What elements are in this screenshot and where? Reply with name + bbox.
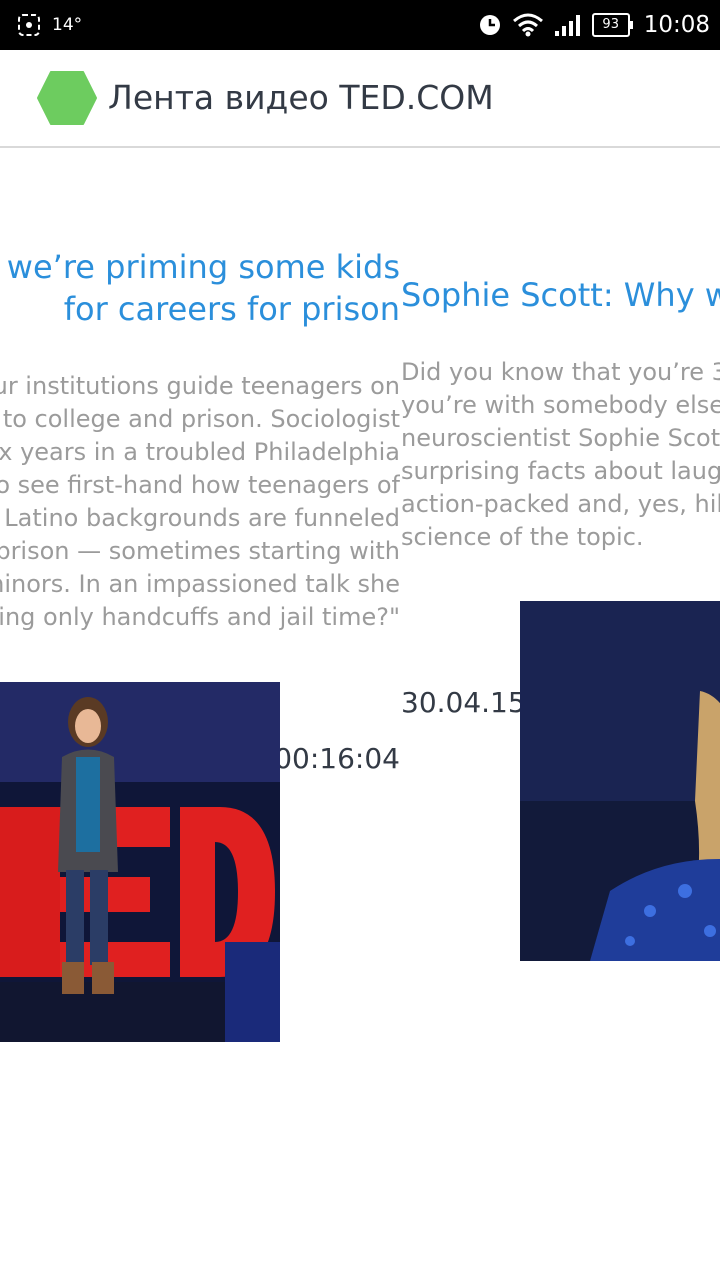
video-card[interactable]: How we’re priming some kids for careers … [0, 246, 400, 775]
description-line: spent six years in a troubled Philadelph… [0, 438, 400, 466]
description-line: you’re with somebody else than when you’… [401, 391, 720, 419]
description-line: "Our institutions guide teenagers on [0, 372, 400, 400]
description-line: Did you know that you’re 30 times more l… [401, 358, 720, 386]
description-line: action-packed and, yes, hilarious dash t… [401, 490, 720, 518]
screenshot-icon [18, 14, 40, 36]
video-description: "Our institutions guide teenagers on pat… [0, 370, 400, 634]
description-line: and Latino backgrounds are funneled [0, 504, 400, 532]
video-title[interactable]: How we’re priming some kids for careers … [0, 246, 400, 330]
video-title-line: How we’re priming some kids [0, 248, 400, 286]
description-line: neuroscientist Sophie Scott shares this … [401, 424, 720, 452]
status-bar: 14° 93 10:08 [0, 0, 720, 50]
alarm-icon [479, 15, 500, 35]
video-title-line: for careers for prison [63, 290, 400, 328]
status-right-group: 93 10:08 [478, 0, 710, 50]
description-line: as minors. In an impassioned talk she [0, 570, 400, 598]
app-title: Лента видео TED.COM [108, 78, 494, 117]
hexagon-logo-icon[interactable] [36, 70, 98, 126]
video-description: Did you know that you’re 30 times more l… [401, 356, 720, 554]
description-line: offering only handcuffs and jail time?" [0, 603, 400, 631]
clock-text: 10:08 [643, 12, 710, 38]
video-thumbnail[interactable] [0, 682, 280, 1042]
video-carousel[interactable]: How we’re priming some kids for careers … [0, 148, 720, 1280]
description-line: surprising facts about laughter in this [401, 457, 720, 485]
video-title[interactable]: Sophie Scott: Why we laugh [401, 274, 720, 316]
wifi-icon [512, 13, 543, 37]
video-thumbnail[interactable] [520, 601, 720, 961]
description-line: prison — sometimes starting with [0, 537, 400, 565]
description-line: to see first-hand how teenagers of [0, 471, 400, 499]
video-card[interactable]: Sophie Scott: Why we laugh Did you know … [401, 274, 720, 719]
battery-icon: 93 [591, 13, 633, 37]
video-date: 30.04.15 [401, 686, 526, 719]
temperature-text: 14° [52, 15, 83, 35]
signal-icon [554, 15, 580, 36]
description-line: science of the topic. [401, 523, 644, 551]
video-duration: 00:16:04 [274, 742, 400, 775]
app-bar: Лента видео TED.COM [0, 50, 720, 148]
description-line: paths to college and prison. Sociologist [0, 405, 400, 433]
